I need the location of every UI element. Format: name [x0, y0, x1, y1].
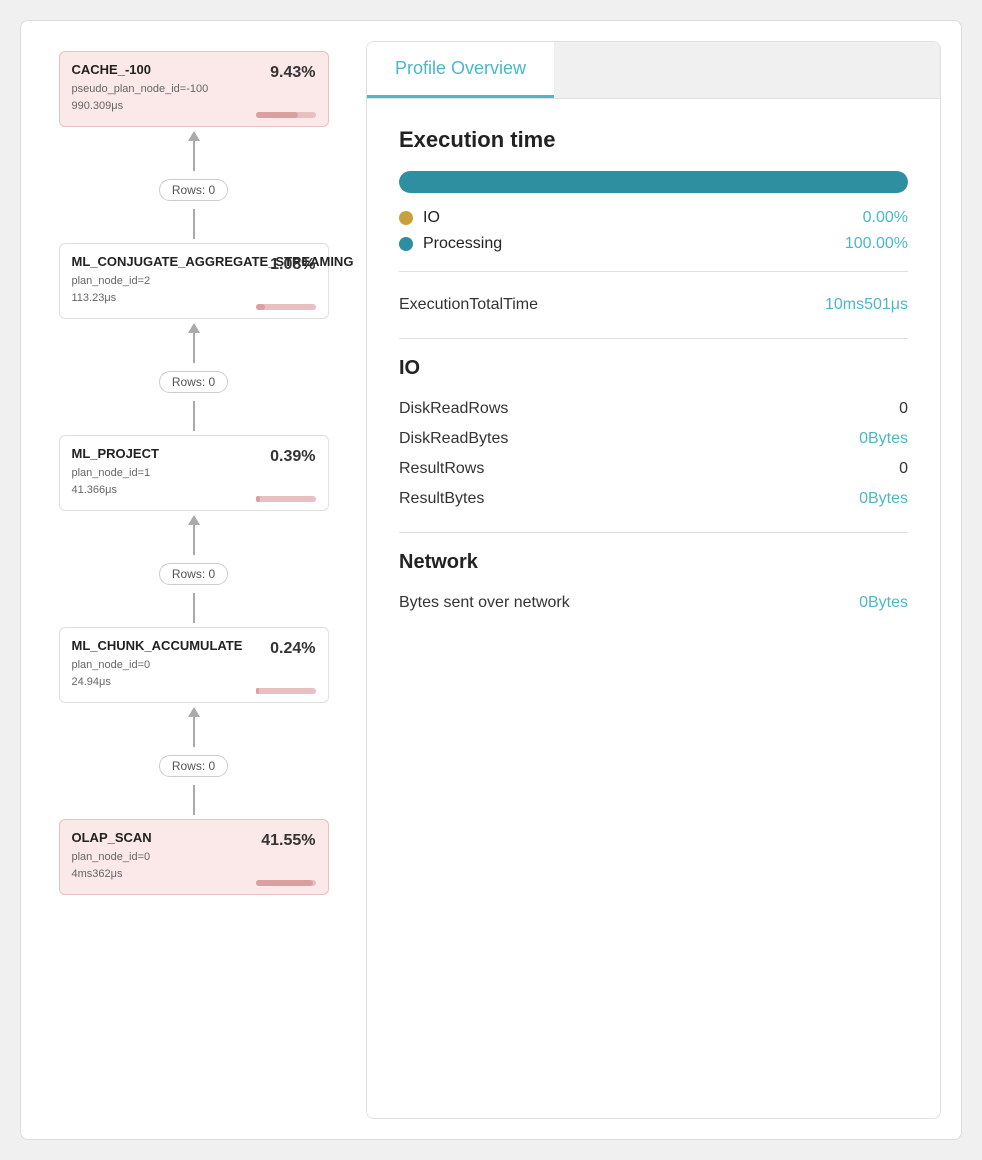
node-bar-olap-scan — [256, 880, 316, 886]
node-bar-ml-project — [256, 496, 316, 502]
node-bar-ml-conjugate — [256, 304, 316, 310]
execution-total-value: 10ms501μs — [825, 296, 908, 314]
arrow-4 — [188, 707, 200, 747]
arrow-1b — [193, 209, 195, 239]
disk-read-bytes-row: DiskReadBytes 0Bytes — [399, 424, 908, 454]
arrow-head-1 — [188, 131, 200, 141]
execution-progress-bar — [399, 171, 908, 193]
node-percent-ml-project: 0.39% — [270, 448, 315, 466]
io-legend-row: IO 0.00% — [399, 209, 908, 227]
node-sub-cache: pseudo_plan_node_id=-100 990.309μs — [72, 81, 316, 114]
arrow-2 — [188, 323, 200, 363]
node-card-olap-scan[interactable]: OLAP_SCAN plan_node_id=0 4ms362μs 41.55% — [59, 819, 329, 895]
node-sub-olap-scan: plan_node_id=0 4ms362μs — [72, 849, 316, 882]
bytes-sent-label: Bytes sent over network — [399, 594, 570, 612]
arrow-3 — [188, 515, 200, 555]
arrow-line-1b — [193, 209, 195, 239]
node-percent-ml-conjugate: 1.08% — [270, 256, 315, 274]
result-rows-label: ResultRows — [399, 460, 484, 478]
io-legend-left: IO — [399, 209, 440, 227]
result-bytes-label: ResultBytes — [399, 490, 484, 508]
node-percent-ml-chunk: 0.24% — [270, 640, 315, 658]
rows-badge-4: Rows: 0 — [159, 755, 228, 777]
execution-total-label: ExecutionTotalTime — [399, 296, 538, 314]
node-percent-cache: 9.43% — [270, 64, 315, 82]
io-legend-value: 0.00% — [863, 209, 908, 227]
rows-badge-3: Rows: 0 — [159, 563, 228, 585]
processing-legend-left: Processing — [399, 235, 502, 253]
bytes-sent-row: Bytes sent over network 0Bytes — [399, 588, 908, 618]
arrow-head-3 — [188, 515, 200, 525]
arrow-4b — [193, 785, 195, 815]
node-bar-ml-chunk — [256, 688, 316, 694]
arrow-line-2b — [193, 401, 195, 431]
result-rows-value: 0 — [899, 460, 908, 478]
disk-read-bytes-label: DiskReadBytes — [399, 430, 508, 448]
arrow-3b — [193, 593, 195, 623]
tab-placeholder — [554, 42, 940, 98]
execution-total-row: ExecutionTotalTime 10ms501μs — [399, 290, 908, 320]
arrow-line-3 — [193, 525, 195, 555]
result-bytes-value: 0Bytes — [859, 490, 908, 508]
arrow-line-1 — [193, 141, 195, 171]
node-sub-ml-project: plan_node_id=1 41.366μs — [72, 465, 316, 498]
arrow-line-2 — [193, 333, 195, 363]
right-panel: Profile Overview Execution time IO 0.00% — [366, 41, 941, 1119]
node-percent-olap-scan: 41.55% — [261, 832, 315, 850]
panel-content: Execution time IO 0.00% Processing 100.0… — [367, 99, 940, 1118]
result-bytes-row: ResultBytes 0Bytes — [399, 484, 908, 514]
arrow-line-4b — [193, 785, 195, 815]
io-dot — [399, 211, 413, 225]
node-card-cache[interactable]: CACHE_-100 pseudo_plan_node_id=-100 990.… — [59, 51, 329, 127]
arrow-2b — [193, 401, 195, 431]
disk-read-bytes-value: 0Bytes — [859, 430, 908, 448]
io-section-title: IO — [399, 357, 908, 380]
processing-dot — [399, 237, 413, 251]
node-sub-ml-conjugate: plan_node_id=2 113.23μs — [72, 273, 316, 306]
rows-badge-1: Rows: 0 — [159, 179, 228, 201]
processing-legend-row: Processing 100.00% — [399, 235, 908, 253]
execution-time-title: Execution time — [399, 127, 908, 153]
arrow-line-3b — [193, 593, 195, 623]
progress-bar-fill — [399, 171, 908, 193]
tab-profile-overview[interactable]: Profile Overview — [367, 42, 554, 98]
disk-read-rows-row: DiskReadRows 0 — [399, 394, 908, 424]
bytes-sent-value: 0Bytes — [859, 594, 908, 612]
node-sub-ml-chunk: plan_node_id=0 24.94μs — [72, 657, 316, 690]
divider-2 — [399, 338, 908, 339]
arrow-head-2 — [188, 323, 200, 333]
node-card-ml-chunk[interactable]: ML_CHUNK_ACCUMULATE plan_node_id=0 24.94… — [59, 627, 329, 703]
arrow-head-4 — [188, 707, 200, 717]
disk-read-rows-label: DiskReadRows — [399, 400, 508, 418]
tabs-row: Profile Overview — [367, 42, 940, 99]
processing-legend-label: Processing — [423, 235, 502, 253]
tab-profile-overview-label: Profile Overview — [395, 58, 526, 78]
arrow-line-4 — [193, 717, 195, 747]
result-rows-row: ResultRows 0 — [399, 454, 908, 484]
divider-3 — [399, 532, 908, 533]
disk-read-rows-value: 0 — [899, 400, 908, 418]
left-panel: CACHE_-100 pseudo_plan_node_id=-100 990.… — [41, 41, 346, 1119]
node-card-ml-project[interactable]: ML_PROJECT plan_node_id=1 41.366μs 0.39% — [59, 435, 329, 511]
node-card-ml-conjugate[interactable]: ML_CONJUGATE_AGGREGATE_STREAMING plan_no… — [59, 243, 329, 319]
rows-badge-2: Rows: 0 — [159, 371, 228, 393]
node-bar-cache — [256, 112, 316, 118]
network-section-title: Network — [399, 551, 908, 574]
divider-1 — [399, 271, 908, 272]
processing-legend-value: 100.00% — [845, 235, 908, 253]
io-legend-label: IO — [423, 209, 440, 227]
main-container: CACHE_-100 pseudo_plan_node_id=-100 990.… — [20, 20, 962, 1140]
arrow-1 — [188, 131, 200, 171]
